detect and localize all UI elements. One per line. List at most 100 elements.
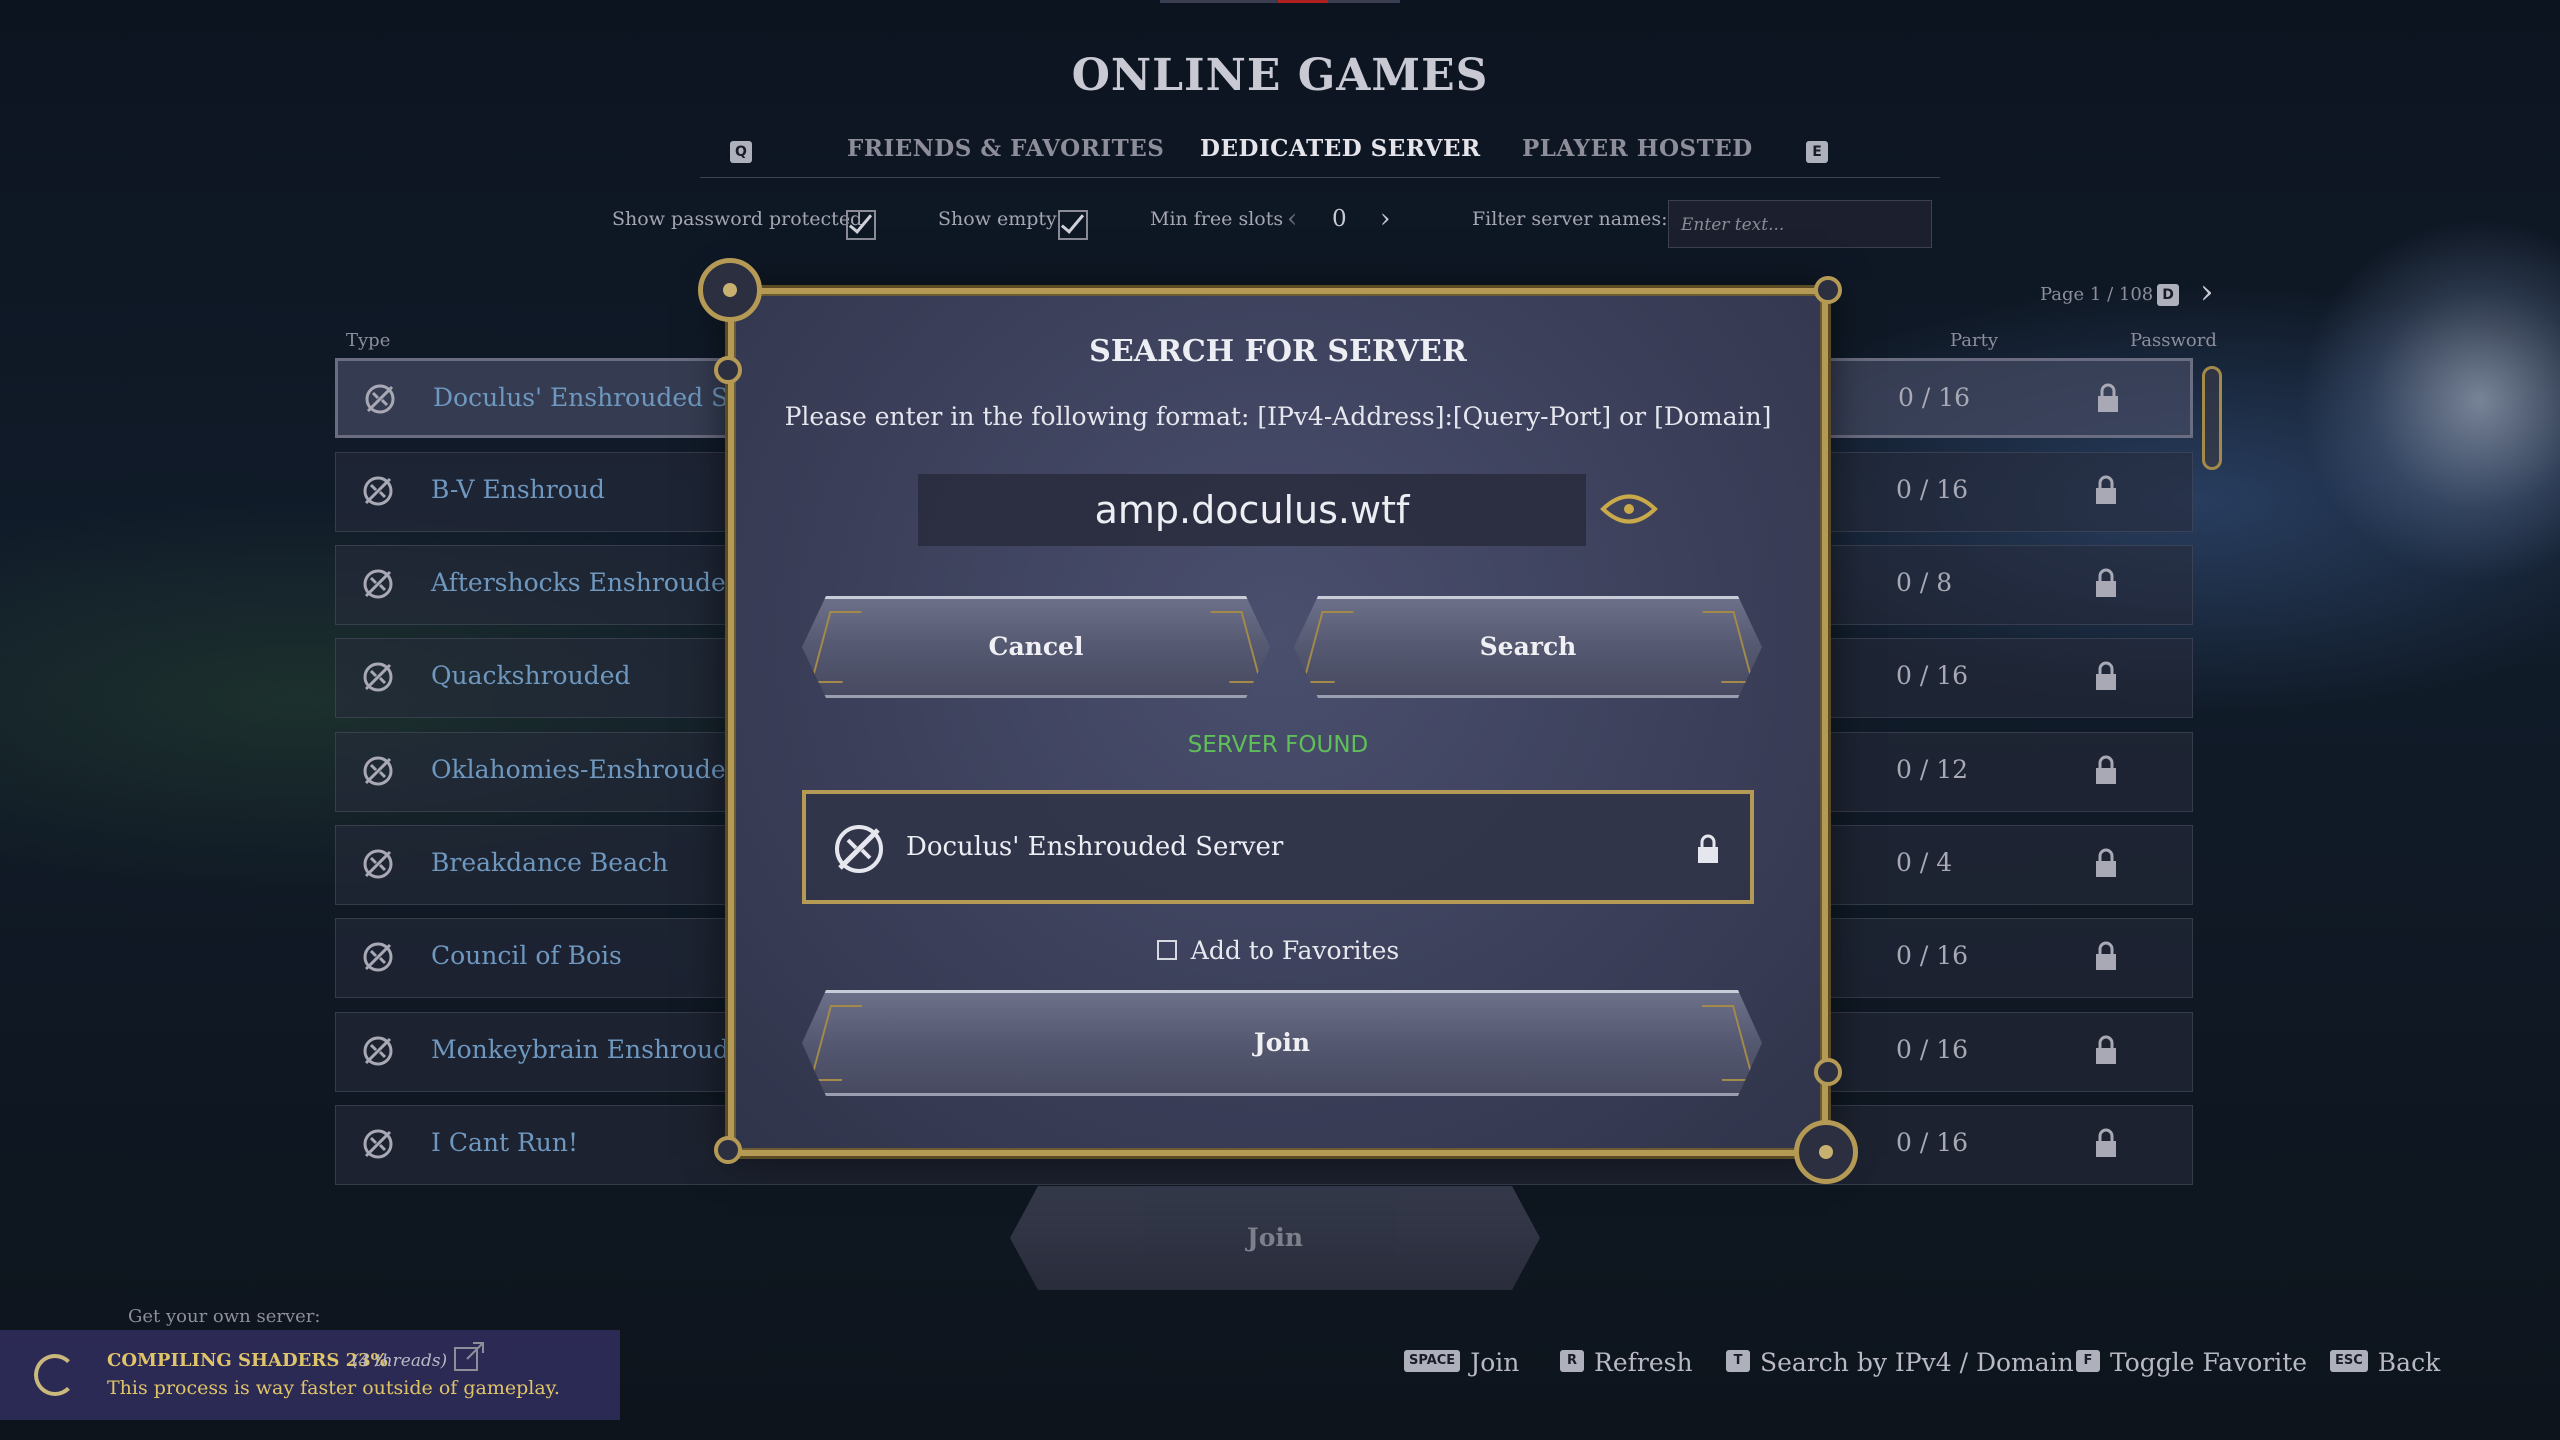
server-name: I Cant Run!	[431, 1128, 579, 1157]
server-party: 0 / 16	[1896, 475, 1969, 504]
tab-player-hosted[interactable]: PLAYER HOSTED	[1522, 135, 1753, 162]
join-button[interactable]: Join	[802, 990, 1762, 1096]
server-address-input[interactable]: amp.doculus.wtf	[918, 474, 1586, 546]
server-name: Council of Bois	[431, 941, 622, 970]
tab-friends-favorites[interactable]: FRIENDS & FAVORITES	[847, 135, 1164, 162]
lock-icon	[2096, 568, 2116, 597]
server-type-icon	[363, 569, 393, 599]
server-found-status: SERVER FOUND	[1187, 732, 1369, 758]
tab-dedicated-server[interactable]: DEDICATED SERVER	[1200, 135, 1481, 162]
compile-title: COMPILING SHADERS 23%	[107, 1350, 388, 1371]
corner-ornament-icon	[698, 258, 762, 322]
lock-icon	[2096, 475, 2116, 504]
hint-back-label: Back	[2377, 1348, 2441, 1377]
r-key: R	[1560, 1349, 1584, 1372]
dialog-title: SEARCH FOR SERVER	[1089, 334, 1467, 369]
favorites-checkbox[interactable]	[1156, 939, 1177, 960]
show-password-checkbox[interactable]	[846, 210, 876, 240]
server-type-icon	[363, 756, 393, 786]
frame-ornament-icon	[1814, 1058, 1842, 1086]
server-name: B-V Enshroud	[431, 475, 605, 504]
hint-search-label: Search by IPv4 / Domain	[1760, 1348, 2074, 1377]
frame-ornament-icon	[1814, 276, 1842, 304]
server-party: 0 / 16	[1896, 1035, 1969, 1064]
space-key: SPACE	[1404, 1349, 1461, 1372]
lock-icon	[2096, 661, 2116, 690]
filter-names-label: Filter server names:	[1472, 208, 1668, 230]
hint-join[interactable]: SPACE Join	[1404, 1348, 1519, 1377]
esc-key: ESC	[2330, 1349, 2368, 1372]
hint-search[interactable]: T Search by IPv4 / Domain	[1726, 1348, 2074, 1377]
show-empty-checkbox[interactable]	[1058, 210, 1088, 240]
add-to-favorites-toggle[interactable]: Add to Favorites	[734, 936, 1822, 965]
server-type-icon	[363, 476, 393, 506]
next-page-key: D	[2157, 284, 2179, 306]
column-type: Type	[346, 330, 391, 351]
server-party: 0 / 12	[1896, 755, 1969, 784]
compile-threads: (4 threads)	[352, 1351, 448, 1371]
server-party: 0 / 16	[1896, 941, 1969, 970]
add-to-favorites-label: Add to Favorites	[1190, 936, 1400, 965]
hint-favorite-label: Toggle Favorite	[2110, 1348, 2308, 1377]
lock-icon	[2096, 1035, 2116, 1064]
min-slots-decrease-icon[interactable]: ‹	[1287, 204, 1297, 234]
server-type-icon	[363, 1129, 393, 1159]
server-type-icon	[363, 1036, 393, 1066]
server-type-icon	[835, 825, 883, 873]
frame-ornament-icon	[714, 356, 742, 384]
tab-next-key: E	[1806, 141, 1828, 163]
tab-bar: Q FRIENDS & FAVORITES DEDICATED SERVER P…	[700, 135, 1940, 178]
server-type-icon	[365, 384, 395, 414]
server-name: Aftershocks Enshrouded F	[431, 568, 768, 597]
server-type-icon	[363, 849, 393, 879]
page-indicator: Page 1 / 108	[2040, 284, 2154, 305]
server-name: Monkeybrain Enshrouded	[431, 1035, 760, 1064]
lock-icon	[2096, 1128, 2116, 1157]
filter-names-input[interactable]: Enter text...	[1668, 200, 1932, 248]
server-type-icon	[363, 942, 393, 972]
server-name: Quackshrouded	[431, 661, 631, 690]
shader-compile-notice: COMPILING SHADERS 23% (4 threads) This p…	[0, 1330, 620, 1420]
search-button[interactable]: Search	[1294, 596, 1762, 698]
corner-ornament-icon	[1794, 1120, 1858, 1184]
cancel-button[interactable]: Cancel	[802, 596, 1270, 698]
column-password: Password	[2130, 330, 2217, 351]
server-list-scrollbar[interactable]	[2202, 366, 2222, 470]
t-key: T	[1726, 1349, 1750, 1372]
column-party: Party	[1950, 330, 1999, 351]
server-type-icon	[363, 662, 393, 692]
join-button-background[interactable]: Join	[1010, 1186, 1540, 1290]
server-party: 0 / 8	[1896, 568, 1953, 597]
filter-password-label: Show password protected	[612, 208, 863, 230]
tab-prev-key: Q	[730, 141, 752, 163]
hint-refresh-label: Refresh	[1594, 1348, 1693, 1377]
lock-icon	[2096, 755, 2116, 784]
page-title: ONLINE GAMES	[1071, 50, 1489, 101]
show-text-eye-icon[interactable]	[1600, 486, 1658, 532]
search-server-dialog: SEARCH FOR SERVER Please enter in the fo…	[728, 288, 1828, 1156]
compile-message: This process is way faster outside of ga…	[107, 1377, 560, 1399]
min-slots-increase-icon[interactable]: ›	[1380, 204, 1390, 234]
top-red-indicator	[1278, 0, 1328, 3]
hint-join-label: Join	[1470, 1348, 1520, 1377]
min-slots-value: 0	[1332, 206, 1347, 232]
server-party: 0 / 16	[1896, 661, 1969, 690]
frame-ornament-icon	[714, 1136, 742, 1164]
next-page-icon[interactable]: ›	[2200, 272, 2214, 312]
own-server-label: Get your own server:	[128, 1306, 321, 1327]
server-party: 0 / 16	[1898, 383, 1971, 412]
loading-spinner-icon	[34, 1354, 76, 1396]
lock-icon	[1698, 834, 1718, 863]
lock-icon	[2098, 383, 2118, 412]
min-slots-label: Min free slots	[1150, 208, 1284, 230]
lock-icon	[2096, 848, 2116, 877]
hint-refresh[interactable]: R Refresh	[1560, 1348, 1693, 1377]
filter-empty-label: Show empty	[938, 208, 1057, 230]
server-name: Breakdance Beach	[431, 848, 669, 877]
hint-favorite[interactable]: F Toggle Favorite	[2076, 1348, 2307, 1377]
hint-back[interactable]: ESC Back	[2330, 1348, 2440, 1377]
lock-icon	[2096, 941, 2116, 970]
external-link-icon[interactable]	[452, 1340, 486, 1374]
found-server-entry[interactable]: Doculus' Enshrouded Server	[802, 790, 1754, 904]
server-name: Doculus' Enshrouded Serv	[433, 383, 770, 412]
